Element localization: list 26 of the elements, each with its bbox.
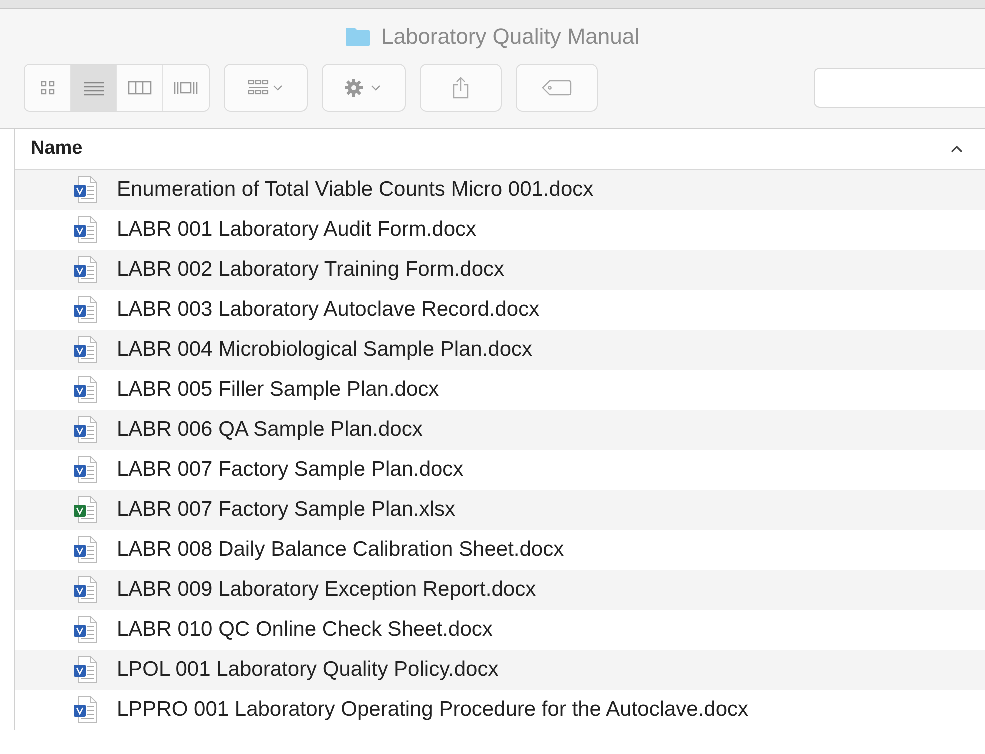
search-field[interactable]	[814, 68, 985, 108]
columns-icon	[128, 80, 152, 96]
file-name[interactable]: LABR 001 Laboratory Audit Form.docx	[117, 218, 477, 242]
view-mode-button[interactable]	[71, 64, 117, 110]
file-name[interactable]: LABR 008 Daily Balance Calibration Sheet.docx	[117, 538, 564, 562]
sort-caret-icon	[951, 145, 963, 153]
file-name[interactable]: LABR 007 Factory Sample Plan.docx	[117, 458, 464, 482]
file-name[interactable]: LABR 003 Laboratory Autoclave Record.docx	[117, 298, 540, 322]
gallery-icon	[173, 80, 199, 96]
view-mode-button[interactable]	[25, 64, 71, 110]
file-name[interactable]: LABR 005 Filler Sample Plan.docx	[117, 378, 440, 402]
tag-button[interactable]	[516, 64, 598, 112]
share-icon	[452, 76, 470, 98]
action-button[interactable]	[322, 64, 406, 112]
folder-icon	[345, 27, 372, 47]
file-name[interactable]: LABR 010 QC Online Check Sheet.docx	[117, 618, 493, 642]
file-name[interactable]: LABR 006 QA Sample Plan.docx	[117, 418, 423, 442]
tag-icon	[542, 80, 572, 96]
grid-chevron-icon	[248, 80, 284, 96]
view-mode-control[interactable]	[24, 64, 210, 112]
icon-grid-icon	[40, 80, 56, 96]
window-title: Laboratory Quality Manual	[381, 24, 640, 50]
column-header-label: Name	[31, 138, 83, 160]
arrange-button[interactable]	[224, 64, 308, 112]
file-name[interactable]: LPPRO 001 Laboratory Operating Procedure for the Autoclave.docx	[117, 698, 749, 722]
list-lines-icon	[82, 80, 104, 96]
